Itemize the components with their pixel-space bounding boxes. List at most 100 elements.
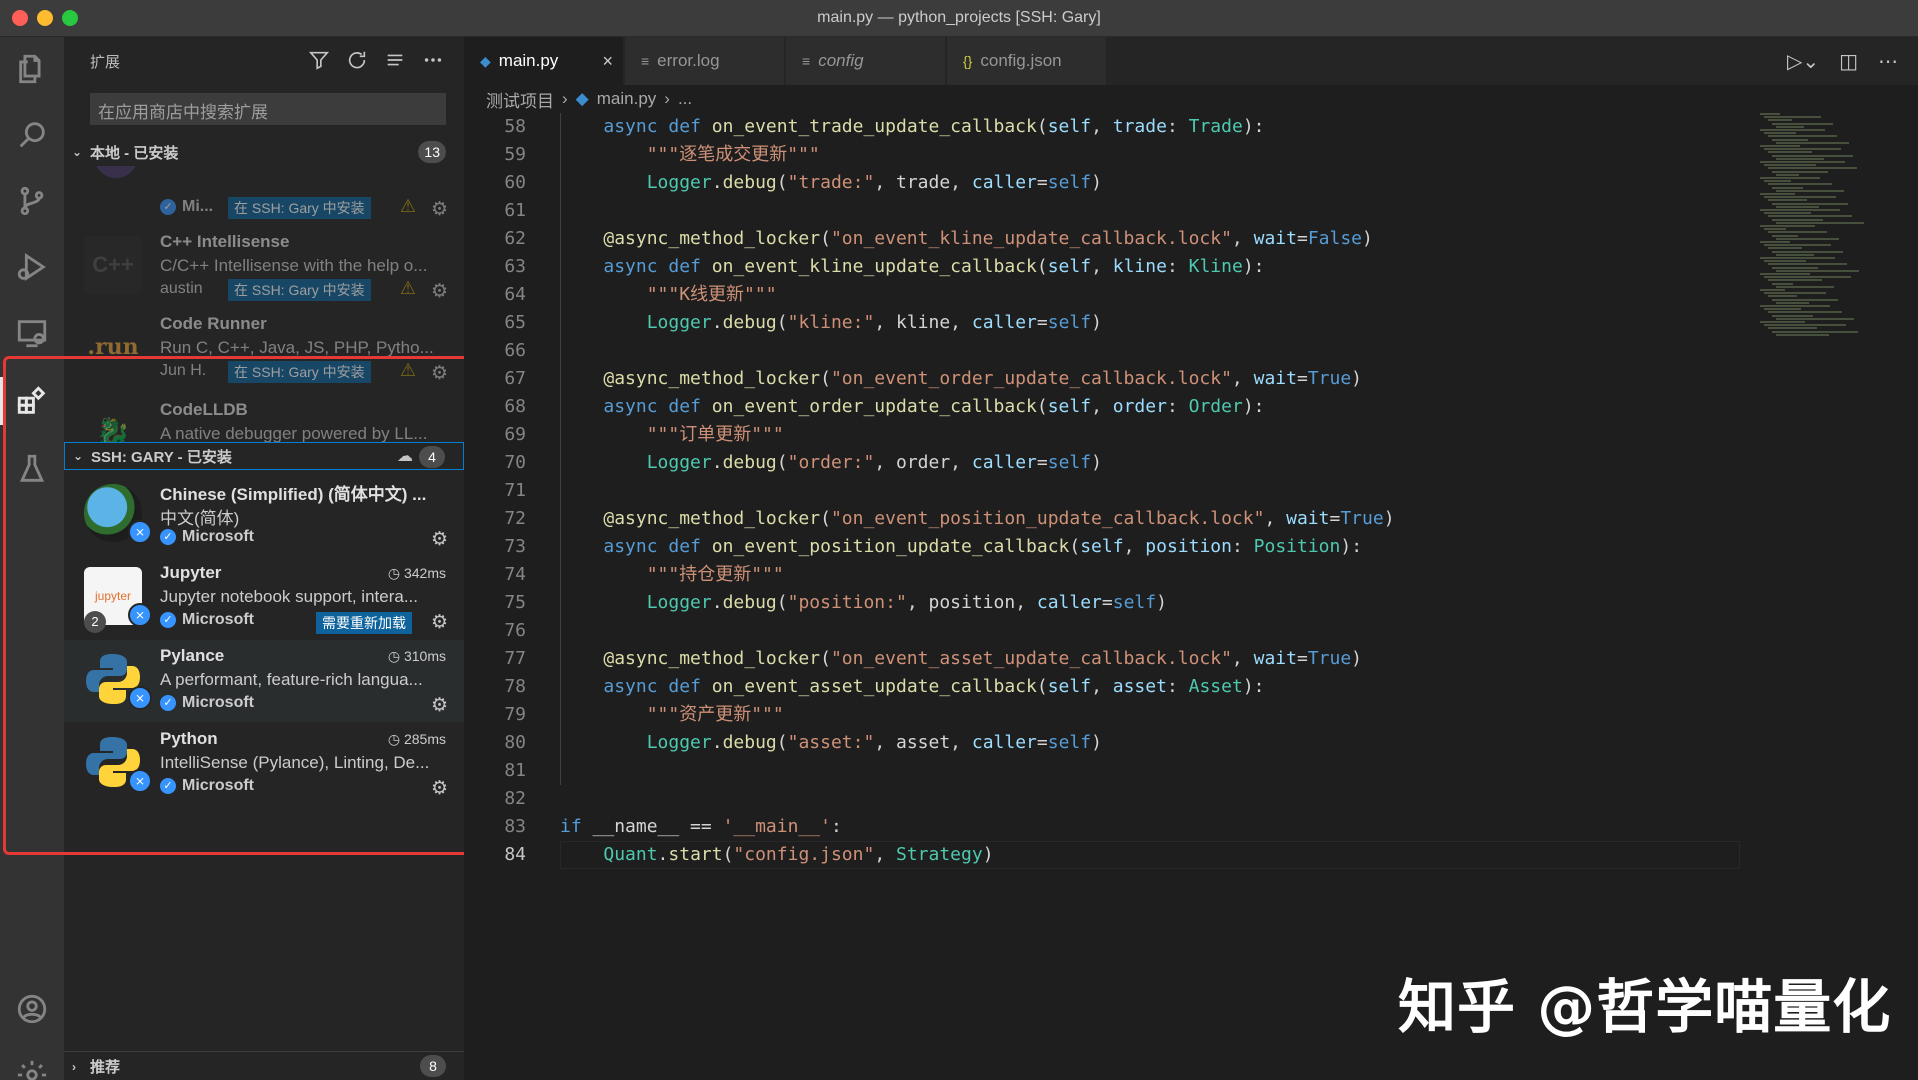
- code-editor[interactable]: 58 async def on_event_trade_update_callb…: [464, 113, 1754, 1080]
- extension-item[interactable]: ⨯ Chinese (Simplified) (简体中文) ... 中文(简体)…: [64, 474, 464, 556]
- manage-gear-icon[interactable]: ⚙: [431, 777, 448, 800]
- manage-gear-icon[interactable]: ⚙: [431, 611, 448, 634]
- chevron-down-icon: ⌄: [73, 449, 84, 463]
- minimap-line: [1764, 260, 1806, 263]
- code-line[interactable]: 58 async def on_event_trade_update_callb…: [464, 113, 1754, 141]
- extensions-icon[interactable]: [0, 373, 64, 429]
- more-actions-icon[interactable]: [422, 49, 444, 76]
- code-line[interactable]: 60 Logger.debug("trade:", trade, caller=…: [464, 169, 1754, 197]
- remote-badge-icon: ⨯: [128, 603, 152, 627]
- breadcrumb-symbol[interactable]: ...: [678, 89, 692, 109]
- search-icon[interactable]: [0, 107, 64, 163]
- sidebar-actions: [308, 49, 444, 76]
- minimap-line: [1772, 282, 1793, 285]
- code-line[interactable]: 66: [464, 337, 1754, 365]
- clear-icon[interactable]: [384, 49, 406, 76]
- split-editor-icon[interactable]: ◫: [1839, 49, 1858, 74]
- code-line[interactable]: 74 """持仓更新""": [464, 561, 1754, 589]
- source-control-icon[interactable]: [0, 173, 64, 229]
- cloud-download-icon[interactable]: ☁: [397, 446, 413, 466]
- code-line[interactable]: 83 if __name__ == '__main__':: [464, 813, 1754, 841]
- tab-config[interactable]: ≡ config: [786, 37, 946, 85]
- code-line[interactable]: 64 """K线更新""": [464, 281, 1754, 309]
- filter-icon[interactable]: [308, 49, 330, 76]
- remote-explorer-icon[interactable]: [0, 305, 64, 361]
- extension-item[interactable]: 🐉 CodeLLDB A native debugger powered by …: [64, 394, 464, 442]
- local-installed-section[interactable]: ⌄ 本地 - 已安装 13: [64, 138, 464, 166]
- breadcrumb-file[interactable]: main.py: [597, 89, 657, 109]
- extensions-sidebar: 扩展 在应用商店中搜索扩展 ⌄ 本地 - 已安装 13 ✓ Mi... 在 SS…: [64, 37, 464, 1080]
- account-icon[interactable]: [0, 981, 64, 1037]
- code-line[interactable]: 63 async def on_event_kline_update_callb…: [464, 253, 1754, 281]
- close-window-button[interactable]: [12, 10, 28, 26]
- maximize-window-button[interactable]: [62, 10, 78, 26]
- code-line[interactable]: 62 @async_method_locker("on_event_kline_…: [464, 225, 1754, 253]
- line-number: 60: [504, 172, 526, 193]
- run-icon[interactable]: ▷⌄: [1787, 49, 1819, 74]
- refresh-icon[interactable]: [346, 49, 368, 76]
- explorer-icon[interactable]: [0, 41, 64, 97]
- line-number: 79: [504, 704, 526, 725]
- manage-gear-icon[interactable]: ⚙: [431, 362, 448, 385]
- install-in-ssh-button[interactable]: 在 SSH: Gary 中安装: [228, 361, 371, 383]
- close-tab-icon[interactable]: ×: [602, 51, 613, 72]
- code-line[interactable]: 70 Logger.debug("order:", order, caller=…: [464, 449, 1754, 477]
- code-line[interactable]: 68 async def on_event_order_update_callb…: [464, 393, 1754, 421]
- code-line[interactable]: 84 Quant.start("config.json", Strategy): [464, 841, 1754, 869]
- line-number: 66: [504, 340, 526, 361]
- code-line[interactable]: 65 Logger.debug("kline:", kline, caller=…: [464, 309, 1754, 337]
- testing-icon[interactable]: [0, 441, 64, 497]
- code-line[interactable]: 69 """订单更新""": [464, 421, 1754, 449]
- code-line[interactable]: 71: [464, 477, 1754, 505]
- install-in-ssh-button[interactable]: 在 SSH: Gary 中安装: [228, 279, 371, 301]
- code-line[interactable]: 82: [464, 785, 1754, 813]
- code-line[interactable]: 80 Logger.debug("asset:", asset, caller=…: [464, 729, 1754, 757]
- manage-gear-icon[interactable]: ⚙: [431, 198, 448, 221]
- extension-item[interactable]: ⨯ Python ◷ 285ms IntelliSense (Pylance),…: [64, 723, 464, 805]
- minimap-line: [1768, 151, 1812, 154]
- ssh-installed-section[interactable]: ⌄ SSH: GARY - 已安装 ☁ 4: [64, 442, 464, 470]
- code-line[interactable]: 81: [464, 757, 1754, 785]
- extension-item[interactable]: jupyter 2 ⨯ Jupyter ◷ 342ms Jupyter note…: [64, 557, 464, 639]
- minimap-line: [1776, 285, 1834, 288]
- code-line[interactable]: 59 """逐笔成交更新""": [464, 141, 1754, 169]
- tab-config-json[interactable]: {} config.json: [947, 37, 1107, 85]
- reload-required-button[interactable]: 需要重新加载: [316, 612, 412, 634]
- minimap-line: [1768, 135, 1837, 138]
- minimap-line: [1764, 180, 1791, 183]
- minimap-line: [1768, 215, 1852, 218]
- manage-gear-icon[interactable]: ⚙: [431, 280, 448, 303]
- code-line[interactable]: 67 @async_method_locker("on_event_order_…: [464, 365, 1754, 393]
- extensions-search-input[interactable]: 在应用商店中搜索扩展: [90, 93, 446, 125]
- recommended-section[interactable]: › 推荐 8: [64, 1051, 464, 1080]
- more-actions-icon[interactable]: ⋯: [1878, 49, 1898, 74]
- minimize-window-button[interactable]: [37, 10, 53, 26]
- run-debug-icon[interactable]: [0, 239, 64, 295]
- minimap-line: [1764, 244, 1831, 247]
- tab-main-py[interactable]: ◆ main.py ×: [464, 37, 624, 85]
- code-line[interactable]: 77 @async_method_locker("on_event_asset_…: [464, 645, 1754, 673]
- extension-description: A native debugger powered by LL...: [160, 424, 428, 442]
- codelldb-dragon-icon: 🐉: [95, 417, 131, 442]
- manage-gear-icon[interactable]: ⚙: [431, 694, 448, 717]
- minimap[interactable]: [1754, 113, 1904, 343]
- code-line[interactable]: 76: [464, 617, 1754, 645]
- code-line[interactable]: 73 async def on_event_position_update_ca…: [464, 533, 1754, 561]
- chevron-right-icon: ›: [72, 1059, 76, 1074]
- settings-gear-icon[interactable]: [0, 1047, 64, 1080]
- code-line[interactable]: 61: [464, 197, 1754, 225]
- code-line[interactable]: 78 async def on_event_asset_update_callb…: [464, 673, 1754, 701]
- extension-item[interactable]: ✓ Mi... 在 SSH: Gary 中安装 ⚠ ⚙: [64, 166, 464, 226]
- extension-item[interactable]: .run Code Runner Run C, C++, Java, JS, P…: [64, 308, 464, 390]
- breadcrumb-folder[interactable]: 测试项目: [486, 87, 554, 112]
- install-in-ssh-button[interactable]: 在 SSH: Gary 中安装: [228, 197, 371, 219]
- extension-item[interactable]: ⨯ Pylance ◷ 310ms A performant, feature-…: [64, 640, 464, 722]
- code-line[interactable]: 72 @async_method_locker("on_event_positi…: [464, 505, 1754, 533]
- code-line[interactable]: 75 Logger.debug("position:", position, c…: [464, 589, 1754, 617]
- line-text: """资产更新""": [646, 704, 784, 725]
- tab-error-log[interactable]: ≡ error.log: [625, 37, 785, 85]
- code-line[interactable]: 79 """资产更新""": [464, 701, 1754, 729]
- manage-gear-icon[interactable]: ⚙: [431, 528, 448, 551]
- section-label: 推荐: [90, 1059, 121, 1076]
- extension-item[interactable]: C++ C++ Intellisense C/C++ Intellisense …: [64, 226, 464, 308]
